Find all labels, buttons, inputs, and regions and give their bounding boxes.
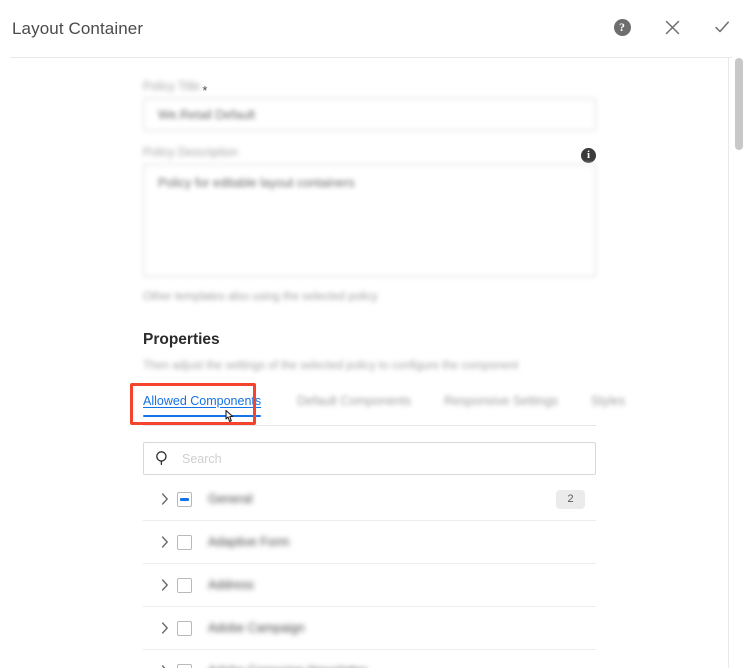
page-title: Layout Container bbox=[12, 19, 144, 38]
policy-title-label-row: Policy Title * bbox=[143, 80, 596, 98]
checkbox-unchecked[interactable] bbox=[177, 534, 192, 550]
tab-default-components-label: Default Components bbox=[297, 394, 412, 408]
header-actions: ? bbox=[608, 13, 736, 41]
list-item-label: Address bbox=[208, 578, 254, 592]
status-badge: 2 bbox=[556, 489, 585, 509]
form-content: Policy Title * Policy Description i Othe… bbox=[130, 58, 625, 668]
policy-helper-text: Other templates also using the selected … bbox=[143, 291, 378, 303]
cancel-button[interactable] bbox=[658, 13, 686, 41]
checkbox-unchecked[interactable] bbox=[177, 620, 192, 636]
chevron-right-icon[interactable] bbox=[154, 536, 176, 548]
panel-right-divider bbox=[728, 58, 729, 668]
checkbox-indeterminate[interactable] bbox=[177, 491, 192, 507]
chevron-right-icon[interactable] bbox=[154, 579, 176, 591]
list-item[interactable]: General 2 bbox=[143, 478, 596, 521]
list-item[interactable]: Adaptive Form bbox=[143, 521, 596, 564]
dialog-header: Layout Container ? bbox=[0, 0, 750, 58]
policy-description-label: Policy Description bbox=[143, 146, 238, 159]
chevron-right-icon[interactable] bbox=[154, 622, 176, 634]
checkmark-icon bbox=[713, 18, 731, 36]
tab-active-indicator bbox=[143, 415, 262, 417]
tab-styles-label: Styles bbox=[591, 394, 626, 408]
properties-description: Then adjust the settings of the selected… bbox=[143, 360, 519, 372]
tab-allowed-components-label: Allowed Components bbox=[143, 394, 262, 408]
list-item-label: General bbox=[208, 492, 253, 506]
tab-responsive-settings-label: Responsive Settings bbox=[444, 394, 559, 408]
info-circle-icon[interactable]: i bbox=[581, 147, 596, 163]
tabs-baseline-divider bbox=[143, 425, 596, 426]
list-item[interactable]: Address bbox=[143, 564, 596, 607]
tab-responsive-settings[interactable]: Responsive Settings bbox=[444, 394, 558, 417]
policy-description-textarea[interactable] bbox=[143, 164, 596, 277]
policy-description-label-row: Policy Description i bbox=[143, 146, 596, 164]
help-circle-icon: ? bbox=[613, 18, 631, 36]
scrollbar-thumb[interactable] bbox=[735, 58, 743, 150]
list-item-label: Adobe Campaign bbox=[208, 621, 305, 635]
dialog-body: Policy Title * Policy Description i Othe… bbox=[0, 58, 750, 668]
component-search bbox=[143, 442, 596, 475]
list-item[interactable]: Adobe Campaign bbox=[143, 607, 596, 650]
help-button[interactable]: ? bbox=[608, 13, 636, 41]
vertical-scrollbar[interactable] bbox=[735, 58, 743, 668]
checkbox-unchecked[interactable] bbox=[177, 663, 192, 668]
properties-tablist: Allowed Components Default Components Re… bbox=[130, 383, 625, 426]
search-input[interactable] bbox=[143, 442, 596, 475]
close-icon bbox=[664, 19, 681, 36]
list-item-label: Adobe Campaign Newsletter bbox=[208, 664, 367, 668]
allowed-components-list: General 2 Adaptive Form Address Adobe Ca… bbox=[143, 478, 596, 668]
checkbox-unchecked[interactable] bbox=[177, 577, 192, 593]
tab-default-components[interactable]: Default Components bbox=[297, 394, 411, 417]
required-marker: * bbox=[202, 82, 208, 98]
list-item-label: Adaptive Form bbox=[208, 535, 290, 549]
list-item[interactable]: Adobe Campaign Newsletter bbox=[143, 650, 596, 668]
properties-heading: Properties bbox=[143, 331, 220, 348]
checkbox-dash-icon bbox=[180, 497, 189, 501]
tab-allowed-components[interactable]: Allowed Components bbox=[130, 383, 262, 425]
policy-title-input[interactable] bbox=[143, 98, 596, 131]
tab-styles[interactable]: Styles bbox=[591, 394, 625, 417]
confirm-button[interactable] bbox=[708, 13, 736, 41]
policy-title-label: Policy Title bbox=[143, 80, 201, 93]
chevron-right-icon[interactable] bbox=[154, 493, 176, 505]
